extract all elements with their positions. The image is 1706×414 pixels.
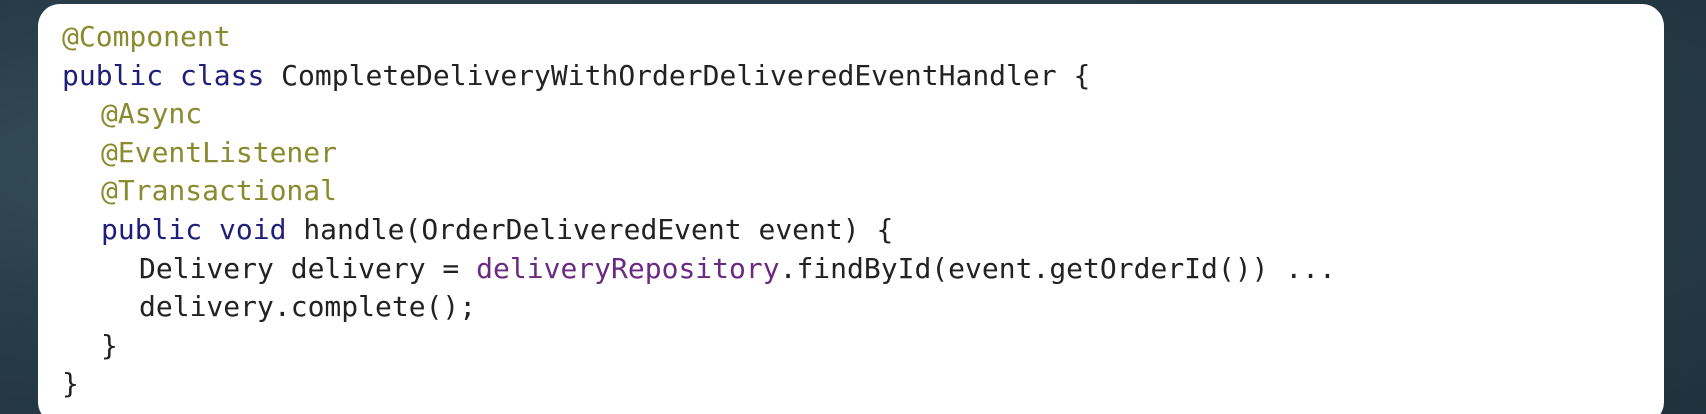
class-close-brace: } [62,367,79,401]
void-keyword: void [219,212,287,246]
code-line-9: } [62,327,1664,366]
code-snippet-card: @Component public class CompleteDelivery… [38,4,1664,414]
code-line-1: @Component [62,18,1664,57]
repository-field: deliveryRepository [476,251,780,285]
event-listener-annotation: @EventListener [101,135,338,169]
class-name: CompleteDeliveryWithOrderDeliveredEventH… [281,58,1057,92]
method-close-brace: } [101,328,118,362]
transactional-annotation: @Transactional [101,174,338,208]
code-line-7: Delivery delivery = deliveryRepository.f… [62,250,1664,289]
class-keyword: class [180,58,265,92]
complete-call: delivery.complete(); [139,290,477,324]
find-by-id-call: .findById(event.getOrderId()) ... [779,251,1336,285]
code-line-6: public void handle(OrderDeliveredEvent e… [62,211,1664,250]
public-keyword: public [101,212,203,246]
code-line-4: @EventListener [62,134,1664,173]
code-line-2: public class CompleteDeliveryWithOrderDe… [62,57,1664,96]
code-line-10: } [62,365,1664,404]
code-line-3: @Async [62,95,1664,134]
async-annotation: @Async [101,97,203,131]
component-annotation: @Component [62,20,231,53]
method-signature: handle(OrderDeliveredEvent event) { [303,212,894,246]
code-line-5: @Transactional [62,172,1664,211]
open-brace: { [1073,58,1091,92]
public-keyword: public [62,58,164,92]
delivery-declaration: Delivery delivery = [139,251,477,285]
code-line-8: delivery.complete(); [62,288,1664,327]
